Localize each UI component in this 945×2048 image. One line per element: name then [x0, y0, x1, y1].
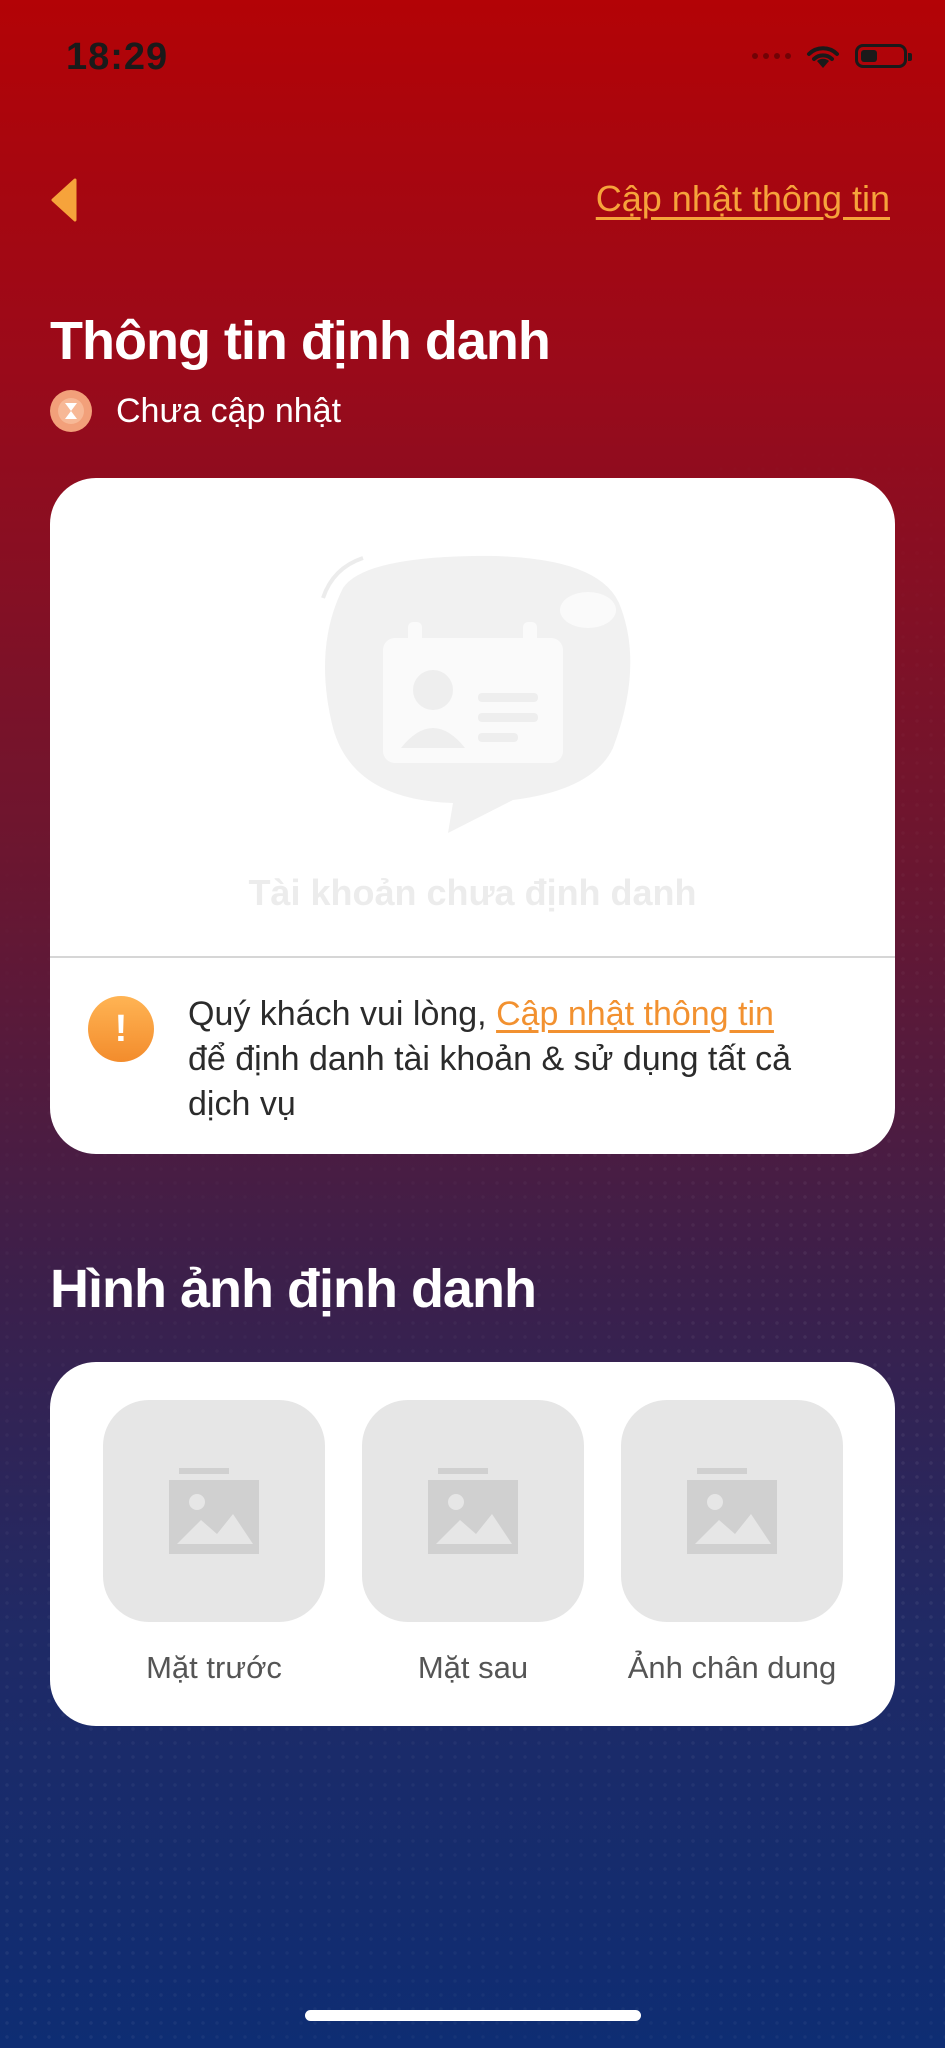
chevron-left-icon — [51, 178, 77, 222]
notice-update-link[interactable]: Cập nhật thông tin — [496, 995, 774, 1033]
back-button[interactable] — [44, 170, 84, 230]
identity-card: Tài khoản chưa định danh ! Quý khách vui… — [50, 478, 895, 1154]
photo-label: Mặt sau — [417, 1650, 529, 1685]
home-indicator[interactable] — [305, 2010, 641, 2021]
wifi-icon — [807, 46, 839, 68]
notice-suffix: để định danh tài khoản & sử dụng tất cả … — [188, 1040, 792, 1123]
image-placeholder-icon — [103, 1400, 325, 1622]
photo-front[interactable]: Mặt trước — [103, 1400, 325, 1686]
warning-icon: ! — [88, 996, 154, 1062]
hourglass-icon — [50, 390, 92, 432]
signal-icon — [752, 53, 791, 59]
notice-text: Quý khách vui lòng, Cập nhật thông tin đ… — [188, 992, 815, 1127]
status-time: 18:29 — [66, 36, 169, 78]
divider — [50, 956, 895, 958]
empty-caption: Tài khoản chưa định danh — [248, 872, 697, 913]
photo-label: Mặt trước — [146, 1650, 282, 1685]
image-placeholder-icon — [362, 1400, 584, 1622]
update-notice: ! Quý khách vui lòng, Cập nhật thông tin… — [88, 992, 815, 1127]
notice-prefix: Quý khách vui lòng, — [188, 995, 497, 1033]
photos-card: Mặt trước Mặt sau Ảnh chân dung — [50, 1362, 895, 1726]
photo-label: Ảnh chân dung — [627, 1650, 837, 1685]
photo-back[interactable]: Mặt sau — [362, 1400, 584, 1686]
photos-title: Hình ảnh định danh — [50, 1259, 537, 1319]
id-card-illustration — [50, 518, 895, 858]
update-info-link[interactable]: Cập nhật thông tin — [596, 178, 890, 220]
image-placeholder-icon — [621, 1400, 843, 1622]
battery-icon — [855, 44, 912, 68]
photo-portrait[interactable]: Ảnh chân dung — [621, 1400, 843, 1686]
identity-title: Thông tin định danh — [50, 311, 551, 371]
status-text: Chưa cập nhật — [116, 391, 342, 430]
battery-fill — [861, 50, 877, 62]
status-icons — [752, 42, 912, 70]
identity-status: Chưa cập nhật — [50, 390, 341, 432]
